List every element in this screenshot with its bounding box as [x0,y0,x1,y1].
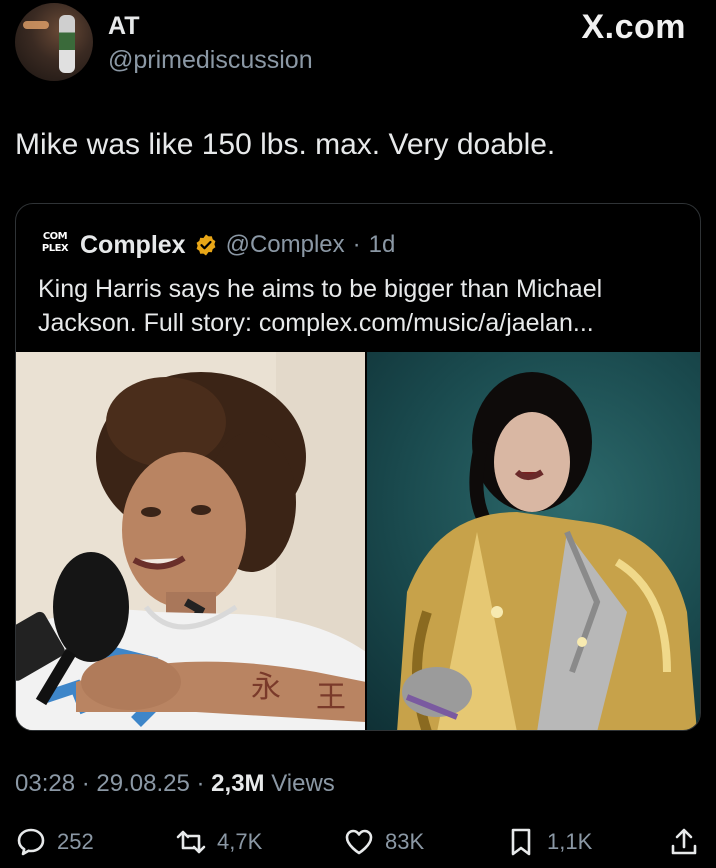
svg-text:永: 永 [251,670,281,705]
quoted-age: 1d [368,231,396,258]
share-icon [671,828,697,855]
tweet-actions: 252 4,7K 83K 1,1K [0,822,716,862]
king-harris-illustration: 永 王 [16,352,365,730]
verified-badge-icon [196,234,215,256]
quoted-author-handle[interactable]: @Complex [226,231,345,259]
reply-button[interactable]: 252 [15,822,94,862]
quoted-media[interactable]: 永 王 [16,352,700,730]
tweet-meta: 03:28 · 29.08.25 · 2,3M Views [15,770,335,798]
meta-separator: · [81,770,90,797]
tweet-date[interactable]: 29.08.25 [96,770,189,797]
heart-icon [345,829,373,855]
site-label: X.com [581,8,686,46]
avatar-lamp [23,21,49,29]
repost-button[interactable]: 4,7K [175,822,262,862]
meta-separator: · [196,770,205,797]
author-handle[interactable]: @primediscussion [108,46,313,75]
complex-logo-icon: COM PLEX [41,231,69,254]
quoted-separator: · [352,231,361,258]
quoted-author-name[interactable]: Complex [80,231,186,260]
author-name[interactable]: AT [108,12,139,41]
views-label: Views [271,770,335,797]
photo-king-harris[interactable]: 永 王 [16,352,365,730]
quoted-header: COM PLEX Complex @Complex · 1d [38,230,395,260]
bookmark-button[interactable]: 1,1K [505,822,592,862]
svg-text:王: 王 [316,680,346,715]
author-avatar[interactable] [15,3,93,81]
tweet-text: Mike was like 150 lbs. max. Very doable. [15,128,556,161]
repost-count: 4,7K [217,829,263,854]
like-button[interactable]: 83K [343,822,424,862]
quoted-tweet[interactable]: COM PLEX Complex @Complex · 1d King Harri… [15,203,701,731]
bookmark-count: 1,1K [547,829,593,854]
views-count: 2,3M [211,770,265,797]
tweet-header: AT @primediscussion X.com [0,0,716,100]
photo-michael-jackson[interactable] [366,352,700,730]
repost-icon [176,830,206,854]
reply-count: 252 [57,829,94,854]
share-button[interactable] [668,822,700,862]
bookmark-icon [511,828,531,856]
quoted-text: King Harris says he aims to be bigger th… [38,275,603,337]
tweet-time[interactable]: 03:28 [15,770,75,797]
michael-jackson-illustration [397,372,697,730]
reply-icon [17,828,45,856]
avatar-figure [59,15,75,73]
like-count: 83K [385,829,425,854]
